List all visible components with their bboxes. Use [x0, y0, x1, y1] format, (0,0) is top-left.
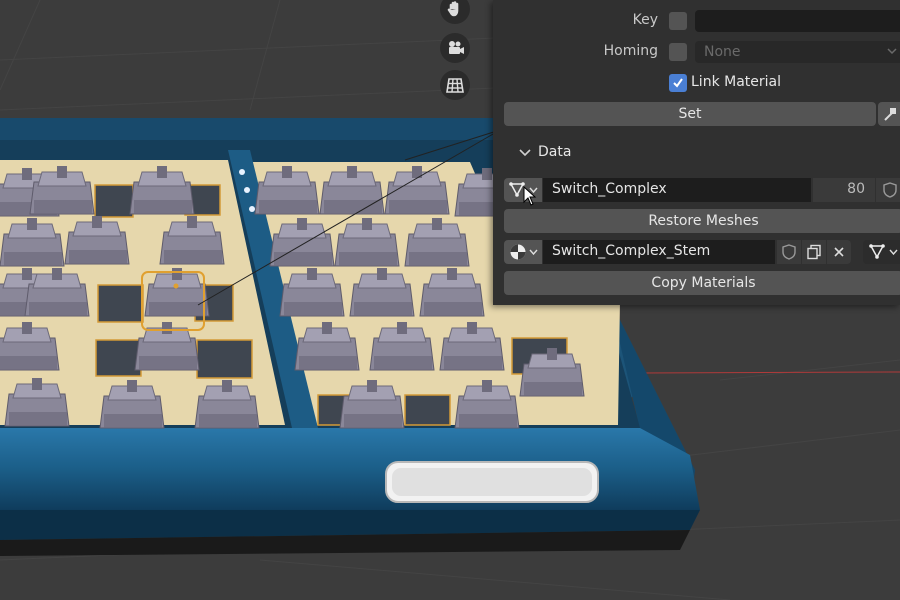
- homing-dropdown[interactable]: None: [695, 41, 900, 63]
- camera-view-button[interactable]: [440, 33, 470, 63]
- restore-meshes-button[interactable]: Restore Meshes: [504, 209, 900, 233]
- x-axis-line: [639, 371, 900, 374]
- material-name-field[interactable]: Switch_Complex_Stem: [543, 240, 775, 264]
- shield-icon: [882, 182, 897, 198]
- data-section-header[interactable]: Data: [538, 144, 571, 160]
- shield-icon: [782, 244, 796, 260]
- mesh-data-icon: [868, 244, 885, 259]
- material-name-value: Switch_Complex_Stem: [552, 243, 711, 259]
- chevron-down-icon[interactable]: [519, 148, 531, 158]
- key-label: Key: [632, 12, 658, 28]
- duplicate-material-button[interactable]: [802, 240, 826, 264]
- checkmark-icon: [673, 78, 683, 88]
- duplicate-icon: [807, 244, 821, 260]
- chevron-down-icon: [888, 249, 898, 255]
- hand-icon: [447, 1, 459, 17]
- copy-materials-button[interactable]: Copy Materials: [504, 271, 900, 295]
- homing-label: Homing: [603, 43, 658, 59]
- camera-icon: [449, 41, 464, 54]
- link-material-label: Link Material: [691, 74, 781, 90]
- mouse-cursor-icon: [523, 186, 537, 206]
- mesh-users-count[interactable]: 80: [813, 178, 875, 202]
- mesh-users-value: 80: [847, 181, 865, 197]
- snap-button[interactable]: [878, 102, 900, 126]
- mesh-name-value: Switch_Complex: [552, 181, 667, 197]
- properties-panel: Key Homing None Link Material Set Data S…: [493, 0, 900, 305]
- chevron-down-icon: [887, 48, 897, 55]
- close-icon: [834, 247, 844, 257]
- material-browse-button[interactable]: [504, 240, 542, 264]
- homing-checkbox[interactable]: [669, 43, 687, 61]
- material-link-dropdown[interactable]: [863, 240, 900, 264]
- fake-user-button[interactable]: [876, 178, 900, 202]
- set-button[interactable]: Set: [504, 102, 876, 126]
- material-fake-user-button[interactable]: [777, 240, 801, 264]
- key-checkbox[interactable]: [669, 12, 687, 30]
- snap-icon: [883, 108, 896, 121]
- link-material-checkbox[interactable]: [669, 74, 687, 92]
- chevron-down-icon: [528, 249, 538, 255]
- unlink-material-button[interactable]: [827, 240, 851, 264]
- key-field[interactable]: [695, 10, 900, 32]
- material-icon: [510, 244, 525, 260]
- grid-icon: [446, 78, 464, 93]
- ortho-view-button[interactable]: [440, 70, 470, 100]
- mesh-name-field[interactable]: Switch_Complex: [543, 178, 811, 202]
- homing-dropdown-value: None: [704, 44, 741, 60]
